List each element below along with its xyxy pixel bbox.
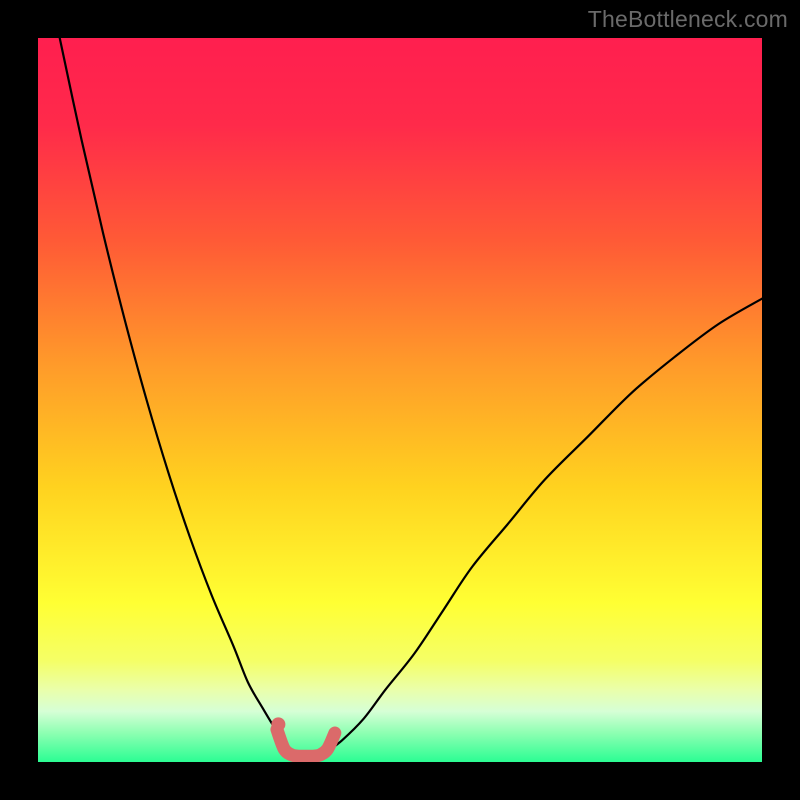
chart-frame: TheBottleneck.com xyxy=(0,0,800,800)
chart-svg xyxy=(38,38,762,762)
trough-start-dot xyxy=(271,717,285,731)
watermark-text: TheBottleneck.com xyxy=(588,6,788,33)
annotation-layer xyxy=(271,717,285,731)
chart-plot-area xyxy=(38,38,762,762)
